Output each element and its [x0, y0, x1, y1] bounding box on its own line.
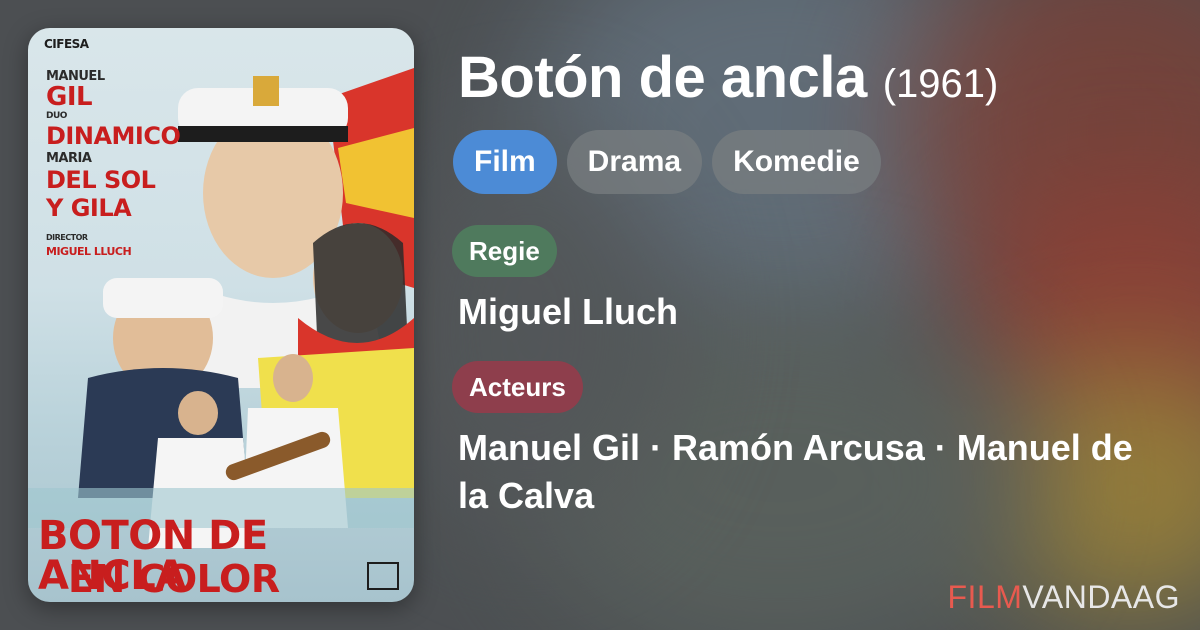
brand-part-film: FILM: [947, 579, 1023, 615]
film-card: CIFESA MANUEL GIL DUO DINAMICO MARIA DEL…: [0, 0, 1200, 630]
poster-credit: DINAMICO: [46, 122, 181, 150]
movie-title: Botón de ancla: [458, 45, 867, 110]
tag-komedie[interactable]: Komedie: [712, 130, 881, 194]
poster-director-name: MIGUEL LLUCH: [46, 245, 132, 258]
poster-credit: DUO: [46, 111, 67, 121]
cast-label: Acteurs: [452, 361, 583, 413]
poster-credit: DEL SOL: [46, 166, 156, 194]
movie-poster: CIFESA MANUEL GIL DUO DINAMICO MARIA DEL…: [28, 28, 414, 602]
movie-heading: Botón de ancla (1961): [458, 44, 998, 111]
tag-drama[interactable]: Drama: [566, 130, 703, 194]
genre-tags: Film Drama Komedie: [453, 130, 881, 194]
cast-value: Manuel Gil · Ramón Arcusa · Manuel de la…: [458, 427, 1133, 516]
poster-credit: GIL: [46, 82, 93, 112]
poster-credit: MARIA: [46, 151, 92, 166]
poster-studio-mark: CIFESA: [44, 37, 89, 51]
brand-part-vandaag: VANDAAG: [1022, 579, 1180, 615]
tag-film[interactable]: Film: [453, 130, 557, 194]
brand-logo: FILMVANDAAG: [948, 579, 1181, 616]
poster-credit: Y GILA: [46, 194, 132, 222]
movie-year: (1961): [882, 62, 999, 106]
director-value: Miguel Lluch: [458, 291, 678, 332]
director-label: Regie: [452, 225, 557, 277]
poster-director-label: DIRECTOR: [46, 233, 88, 242]
poster-title-sub: EN COLOR: [68, 557, 280, 601]
